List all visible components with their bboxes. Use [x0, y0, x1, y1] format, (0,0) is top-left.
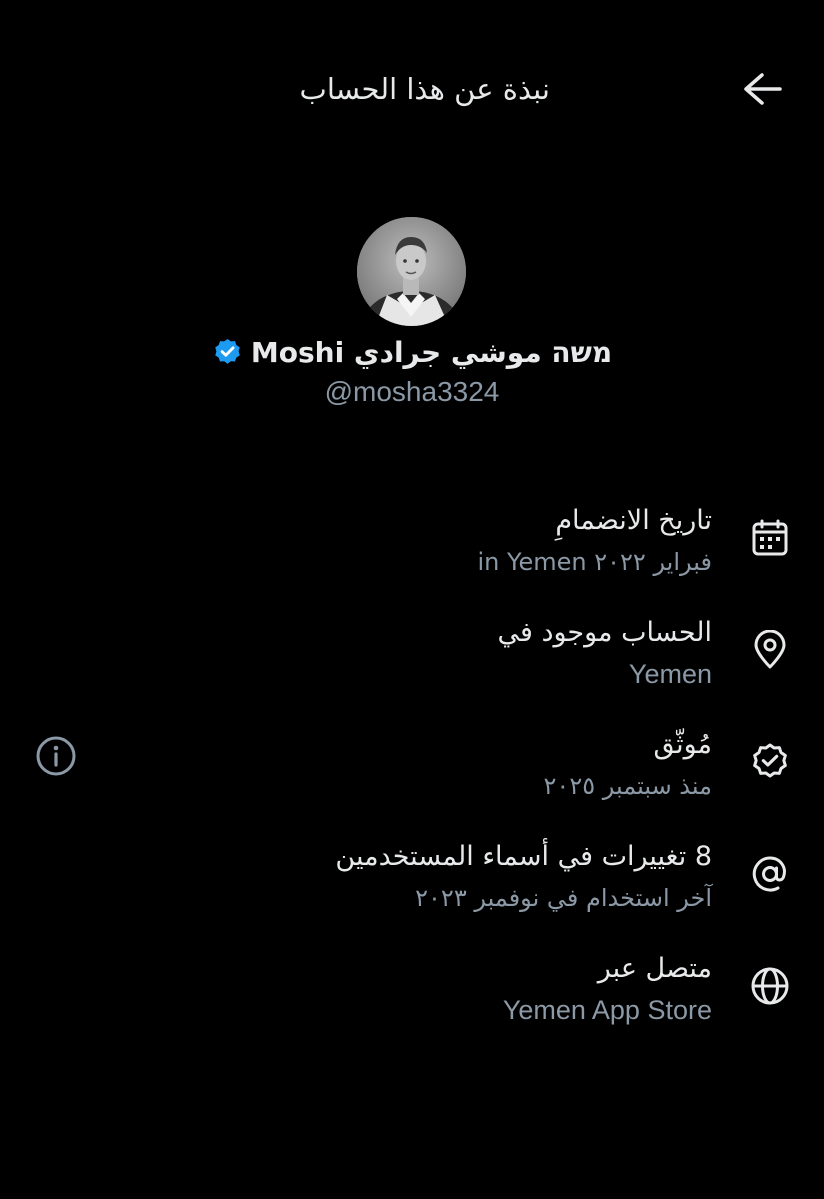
username-handle: @mosha3324 [324, 376, 500, 407]
list-item-connected-via: متصل عبر Yemen App Store [0, 938, 824, 1038]
connected-via-value: Yemen App Store [502, 995, 712, 1025]
join-date-value: فبراير ٢٠٢٢ in Yemen [477, 548, 713, 576]
username-changes-label: 8 تغييرات في أسماء المستخدمين [335, 841, 712, 872]
username-last-used: آخر استخدام في نوفمبر ٢٠٢٣ [415, 884, 712, 912]
arrow-right-icon [744, 73, 782, 105]
info-icon [36, 736, 76, 776]
location-label: الحساب موجود في [497, 617, 712, 648]
location-value: Yemen [628, 659, 712, 689]
calendar-icon [750, 518, 790, 558]
list-item-verified: مُوثّق منذ سبتمبر ٢٠٢٥ [0, 714, 824, 814]
verified-since: منذ سبتمبر ٢٠٢٥ [543, 772, 712, 800]
list-item-location: الحساب موجود في Yemen [0, 602, 824, 702]
verified-label: مُوثّق [653, 729, 712, 760]
avatar[interactable] [357, 217, 466, 326]
verified-badge-icon[interactable] [212, 337, 243, 368]
location-pin-icon [750, 630, 790, 670]
display-name-row: משה موشي جرادي Moshi [0, 330, 824, 374]
join-date-label: تاريخ الانضمامِ [555, 505, 712, 536]
info-button[interactable] [34, 734, 78, 778]
top-bar: نبذة عن هذا الحساب [0, 50, 824, 130]
globe-icon [750, 966, 790, 1006]
page-title: نبذة عن هذا الحساب [299, 72, 550, 106]
verified-outline-icon [750, 742, 790, 782]
list-item-username-changes: 8 تغييرات في أسماء المستخدمين آخر استخدا… [0, 826, 824, 926]
at-sign-icon [750, 854, 790, 894]
list-item-join-date: تاريخ الانضمامِ فبراير ٢٠٢٢ in Yemen [0, 490, 824, 590]
back-button[interactable] [742, 70, 786, 108]
display-name: משה موشي جرادي Moshi [250, 335, 613, 369]
connected-via-label: متصل عبر [597, 953, 712, 984]
